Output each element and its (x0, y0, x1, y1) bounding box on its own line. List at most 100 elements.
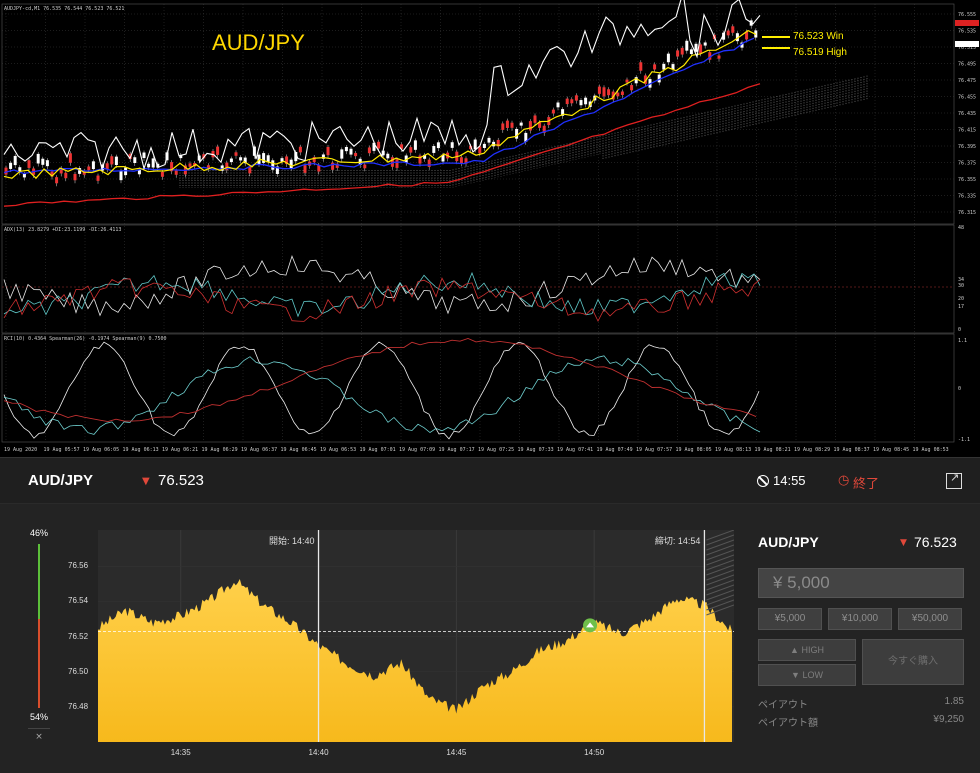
candle-up (229, 158, 233, 163)
adx-axis: 48343020170 (958, 225, 964, 333)
closed-hatch (706, 549, 734, 561)
candle-up (515, 128, 519, 139)
time-axis-tick: 19 Aug 07:17 (439, 447, 475, 453)
lagging-span-line (3, 0, 761, 172)
time-axis-bottom: 14:35 14:40 14:45 14:50 (98, 742, 734, 766)
spearman-26-line (3, 355, 761, 435)
x-axis-tick: 14:35 (170, 748, 191, 757)
time-axis-tick: 19 Aug 06:53 (320, 447, 356, 453)
adx-axis-tick: 20 (958, 296, 964, 302)
time-axis-tick: 19 Aug 07:49 (597, 447, 633, 453)
price-axis-tick: 76.555 (958, 12, 976, 18)
candle-down (501, 123, 505, 130)
low-button[interactable]: ▼ LOW (758, 664, 856, 686)
payout-value: 1.85 (944, 696, 964, 707)
high-button[interactable]: ▲ HIGH (758, 639, 856, 661)
mt4-indicator-lines (2, 0, 954, 440)
closed-hatch (706, 574, 734, 586)
closed-hatch (706, 594, 734, 606)
candle-down (377, 141, 381, 149)
adx-axis-tick: 30 (958, 283, 964, 289)
price-axis-tick: 76.315 (958, 210, 976, 216)
clock-icon: ◷ (838, 473, 850, 488)
time-axis-tick: 19 Aug 07:57 (636, 447, 672, 453)
candle-down (459, 157, 463, 164)
time-axis: 19 Aug 2020 19 Aug 05:57 19 Aug 06:05 19 Au… (4, 447, 949, 453)
down-arrow-icon: ▼ (142, 476, 150, 487)
export-icon[interactable] (946, 471, 962, 489)
start-label: 開始: 14:40 (269, 535, 315, 546)
chip-50000-button[interactable]: ¥50,000 (898, 608, 962, 630)
chip-10000-button[interactable]: ¥10,000 (828, 608, 892, 630)
time-axis-tick: 19 Aug 08:13 (715, 447, 751, 453)
top-pair: AUD/JPY (28, 472, 94, 489)
price-axis-tick: 76.395 (958, 144, 976, 150)
price-tag-white (955, 41, 979, 47)
candle-down (653, 64, 657, 70)
rci-axis-tick: -1.1 (958, 437, 970, 443)
candle-down (363, 164, 367, 169)
time-axis-tick: 19 Aug 2020 (4, 447, 37, 453)
candle-down (680, 47, 684, 55)
candle-down (326, 146, 330, 156)
amount-input[interactable]: ¥ 5,000 (758, 568, 964, 598)
candle-up (133, 157, 137, 163)
rci-line (3, 341, 760, 440)
high-percent: 46% (29, 528, 48, 538)
candle-up (344, 146, 348, 152)
candle-up (114, 156, 118, 165)
candle-down (565, 98, 569, 105)
closed-hatch (706, 559, 734, 571)
closed-hatch (706, 569, 734, 581)
candle-up (662, 63, 666, 70)
candle-up (666, 53, 670, 63)
x-axis-tick: 14:50 (584, 748, 605, 757)
end-label: 締切: 14:54 (655, 535, 701, 546)
top-rate: 76.523 (158, 472, 204, 489)
order-panel: AUD/JPY ▼ 76.523 ¥ 5,000 ¥5,000 ¥10,000 … (758, 530, 972, 770)
closed-hatch (706, 584, 734, 596)
high-arrow-icon: ▲ (790, 645, 802, 655)
candle-up (450, 142, 454, 148)
rate-chart-svg: 開始: 14:40 締切: 14:54 (98, 530, 734, 742)
candle-down (607, 89, 611, 96)
chip-5000-button[interactable]: ¥5,000 (758, 608, 822, 630)
adx-axis-tick: 17 (958, 304, 964, 310)
candle-down (726, 30, 730, 36)
close-icon[interactable]: × (28, 728, 50, 742)
candle-up (45, 160, 49, 167)
candle-up (685, 40, 689, 51)
win-annotation: 76.523 Win (793, 31, 844, 42)
timer-icon (757, 475, 769, 487)
rate-chart: 開始: 14:40 締切: 14:54 (98, 530, 734, 742)
end-status: 終了 (853, 476, 880, 491)
time-axis-tick: 19 Aug 06:13 (123, 447, 159, 453)
candle-down (731, 26, 735, 33)
plus-di-line (3, 271, 761, 318)
candle-up (689, 49, 693, 55)
candle-up (556, 102, 560, 108)
rci-axis-tick: 0 (958, 386, 961, 392)
candle-down (528, 121, 532, 131)
closed-hatch (706, 589, 734, 601)
candle-down (395, 159, 399, 168)
candle-up (266, 155, 270, 162)
time-axis-tick: 19 Aug 07:25 (478, 447, 514, 453)
candle-down (574, 95, 578, 101)
high-label: HIGH (801, 645, 824, 655)
candle-up (22, 173, 26, 178)
closed-hatch (706, 534, 734, 546)
price-axis-tick: 76.475 (958, 78, 976, 84)
candle-down (616, 92, 620, 97)
candle-up (579, 100, 583, 106)
candle-down (298, 146, 302, 153)
candle-down (717, 55, 721, 59)
candle-up (473, 139, 477, 150)
candle-down (55, 177, 59, 184)
price-axis-tick: 76.495 (958, 62, 976, 68)
rci-header: RCI(10) 0.4364 Spearman(26) -0.1974 Spea… (4, 336, 167, 342)
closed-hatch (706, 544, 734, 556)
candle-up (519, 122, 523, 126)
adx-axis-tick: 0 (958, 327, 961, 333)
buy-now-button[interactable]: 今すぐ購入 (862, 639, 964, 685)
